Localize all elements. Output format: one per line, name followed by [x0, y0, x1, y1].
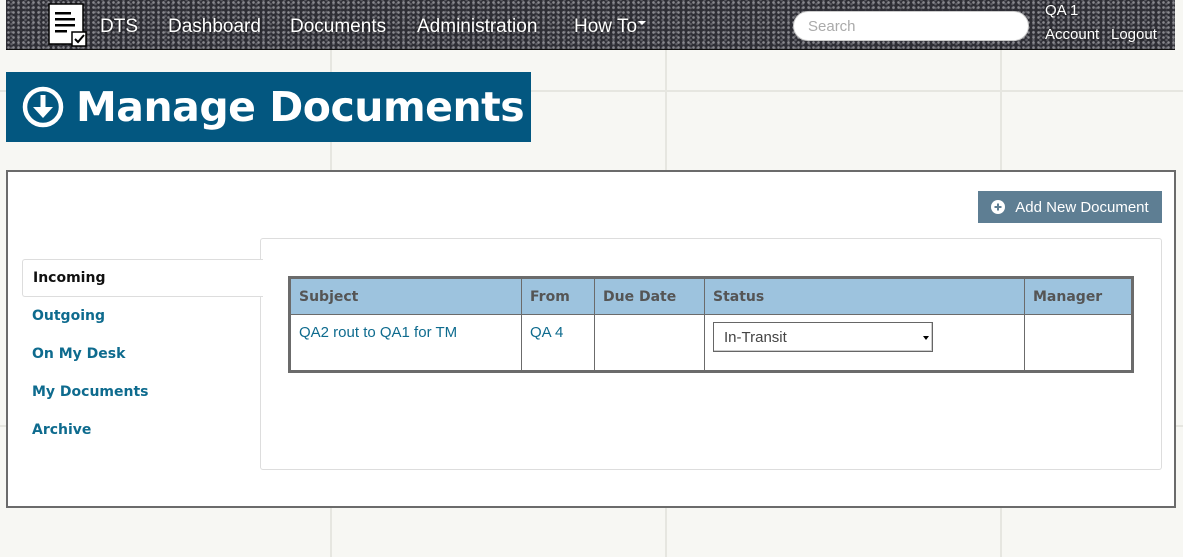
nav-how-to[interactable]: How To: [574, 16, 647, 38]
tab-archive[interactable]: Archive: [22, 411, 262, 449]
side-tabs: Incoming Outgoing On My Desk My Document…: [22, 259, 263, 449]
tab-incoming[interactable]: Incoming: [22, 259, 263, 297]
column-header-from[interactable]: From: [521, 277, 595, 315]
column-header-due-date[interactable]: Due Date: [594, 277, 705, 315]
column-header-subject[interactable]: Subject: [289, 277, 522, 315]
nav-how-to-label: How To: [574, 16, 638, 37]
search-input[interactable]: [793, 11, 1029, 41]
caret-down-icon: [638, 20, 647, 25]
select-arrow-icon: [923, 336, 929, 340]
add-new-document-button[interactable]: Add New Document: [978, 191, 1162, 223]
user-name: QA 1: [1045, 2, 1079, 19]
nav-documents[interactable]: Documents: [290, 16, 386, 38]
account-link[interactable]: Account: [1045, 26, 1099, 43]
from-link[interactable]: QA 4: [530, 324, 563, 341]
arrow-circle-down-icon: [22, 86, 64, 128]
cell-manager: [1024, 314, 1133, 372]
plus-circle-icon: [991, 200, 1006, 214]
tab-my-documents[interactable]: My Documents: [22, 373, 262, 411]
nav-administration[interactable]: Administration: [417, 16, 537, 38]
page-title-banner: Manage Documents: [6, 72, 531, 142]
cell-from: QA 4: [521, 314, 595, 372]
page-title: Manage Documents: [76, 83, 525, 131]
status-select-value: In-Transit: [724, 328, 787, 346]
cell-subject: QA2 rout to QA1 for TM: [289, 314, 522, 372]
nav-dashboard[interactable]: Dashboard: [168, 16, 261, 38]
logout-link[interactable]: Logout: [1111, 26, 1157, 43]
tab-content: Subject From Due Date Status Manager QA2…: [260, 238, 1162, 470]
brand-link[interactable]: DTS: [100, 16, 138, 38]
tab-outgoing[interactable]: Outgoing: [22, 297, 262, 335]
documents-table: Subject From Due Date Status Manager QA2…: [288, 276, 1134, 373]
column-header-manager[interactable]: Manager: [1024, 277, 1133, 315]
top-navbar: DTS Dashboard Documents Administration H…: [6, 0, 1175, 50]
column-header-status[interactable]: Status: [704, 277, 1025, 315]
status-select[interactable]: In-Transit: [713, 322, 933, 352]
table-header-row: Subject From Due Date Status Manager: [289, 277, 1133, 315]
documents-panel: Add New Document Incoming Outgoing On My…: [6, 170, 1176, 508]
cell-status: In-Transit: [704, 314, 1025, 372]
subject-link[interactable]: QA2 rout to QA1 for TM: [299, 324, 457, 341]
document-check-icon[interactable]: [48, 3, 88, 47]
tab-on-my-desk[interactable]: On My Desk: [22, 335, 262, 373]
cell-due-date: [594, 314, 705, 372]
table-row: QA2 rout to QA1 for TM QA 4 In-Transit: [289, 314, 1133, 372]
add-new-document-label: Add New Document: [1015, 198, 1149, 216]
